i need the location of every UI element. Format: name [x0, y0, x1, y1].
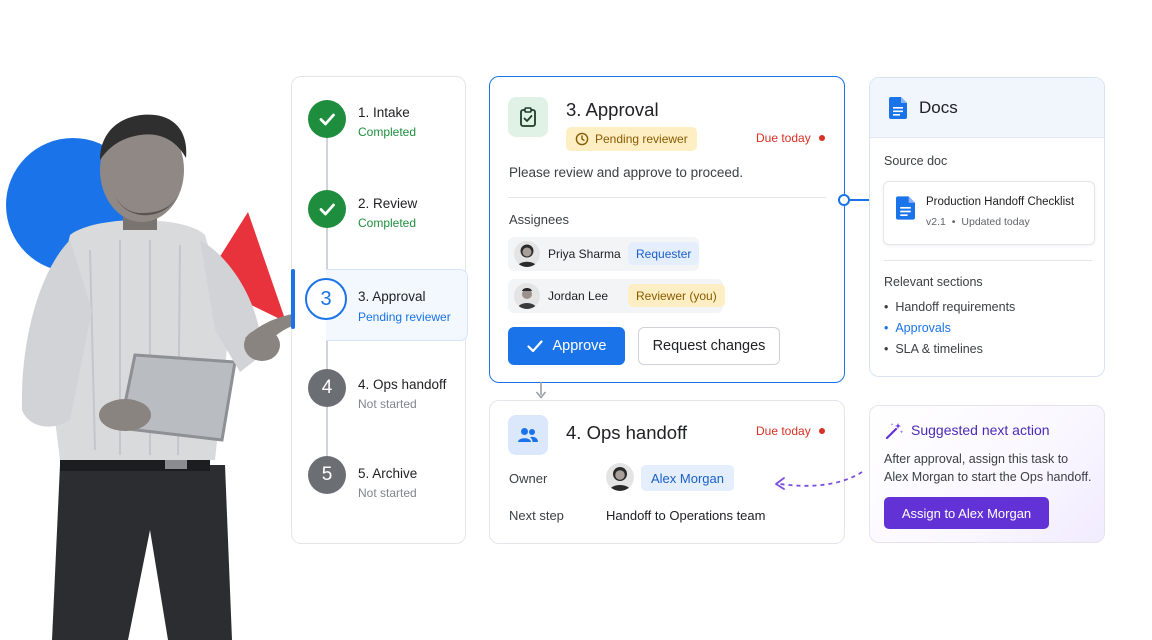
- section-link-active[interactable]: • Approvals: [884, 321, 951, 335]
- step-status: Pending reviewer: [358, 310, 451, 324]
- source-doc-label: Source doc: [884, 154, 948, 168]
- clock-icon: [575, 132, 589, 146]
- due-indicator-dot: [819, 135, 825, 141]
- step-number: 3: [305, 278, 347, 320]
- step-status: Completed: [358, 216, 417, 230]
- active-step-indicator: [291, 269, 295, 329]
- section-link-label: SLA & timelines: [895, 342, 983, 356]
- person-with-tablet-illustration: [21, 114, 300, 640]
- suggestion-arrow: [775, 471, 863, 490]
- status-badge: Pending reviewer: [566, 127, 697, 151]
- assignees-label: Assignees: [509, 212, 569, 227]
- step-status: Not started: [358, 397, 417, 411]
- due-indicator-dot: [819, 428, 825, 434]
- approval-instruction: Please review and approve to proceed.: [509, 165, 744, 180]
- section-link-label: Handoff requirements: [895, 300, 1016, 314]
- step-title: 4. Ops handoff: [358, 377, 447, 392]
- section-link[interactable]: • Handoff requirements: [884, 300, 1015, 314]
- step-status: Completed: [358, 125, 417, 139]
- avatar: [514, 283, 540, 309]
- suggestion-body: After approval, assign this task to Alex…: [884, 452, 1092, 484]
- next-step-label: Next step: [509, 508, 564, 523]
- document-icon: [896, 196, 915, 220]
- role-badge: Requester: [628, 242, 700, 265]
- arrow-down-icon: [535, 382, 547, 399]
- next-step-value: Handoff to Operations team: [606, 508, 766, 523]
- owner-chip[interactable]: Alex Morgan: [641, 465, 734, 491]
- avatar: [606, 463, 634, 491]
- step-number: 5: [308, 456, 346, 494]
- assignee-name: Jordan Lee: [548, 289, 609, 303]
- approve-button[interactable]: Approve: [508, 327, 625, 365]
- section-link[interactable]: • SLA & timelines: [884, 342, 983, 356]
- doc-file-meta: v2.1 • Updated today: [926, 216, 1030, 228]
- doc-version: v2.1: [926, 216, 946, 228]
- magic-wand-icon: [884, 421, 904, 441]
- due-date: Due today: [756, 131, 811, 145]
- assignee-name: Priya Sharma: [548, 247, 621, 261]
- docs-link-connector: [838, 194, 870, 206]
- meta-separator: •: [951, 216, 956, 228]
- step-title: 5. Archive: [358, 466, 418, 481]
- assignee-row: Jordan Lee Reviewer (you): [508, 279, 725, 313]
- ops-title: 4. Ops handoff: [566, 422, 688, 443]
- step-title: 1. Intake: [358, 105, 410, 120]
- check-icon: [308, 190, 346, 228]
- step-status: Not started: [358, 486, 417, 500]
- people-icon: [508, 415, 548, 455]
- suggestion-title: Suggested next action: [911, 422, 1050, 438]
- check-icon: [526, 337, 544, 355]
- clipboard-check-icon: [508, 97, 548, 137]
- check-icon: [308, 100, 346, 138]
- divider: [508, 197, 826, 198]
- active-step-highlight: [326, 269, 468, 341]
- docs-title: Docs: [919, 98, 958, 117]
- avatar: [514, 241, 540, 267]
- due-date: Due today: [756, 424, 811, 438]
- assign-button[interactable]: Assign to Alex Morgan: [884, 497, 1049, 529]
- relevant-sections-label: Relevant sections: [884, 275, 983, 289]
- owner-label: Owner: [509, 471, 548, 486]
- status-badge-label: Pending reviewer: [595, 132, 688, 146]
- divider: [884, 260, 1092, 261]
- step-title: 3. Approval: [358, 289, 426, 304]
- section-link-label: Approvals: [895, 321, 951, 335]
- approval-title: 3. Approval: [566, 99, 659, 120]
- step-number: 4: [308, 369, 346, 407]
- doc-updated: Updated today: [961, 216, 1030, 228]
- document-icon: [889, 97, 907, 119]
- approve-button-label: Approve: [552, 338, 607, 354]
- step-title: 2. Review: [358, 196, 418, 211]
- role-badge: Reviewer (you): [628, 284, 725, 307]
- assignee-row: Priya Sharma Requester: [508, 237, 700, 271]
- doc-file-name: Production Handoff Checklist: [926, 196, 1075, 208]
- request-changes-button[interactable]: Request changes: [638, 327, 780, 365]
